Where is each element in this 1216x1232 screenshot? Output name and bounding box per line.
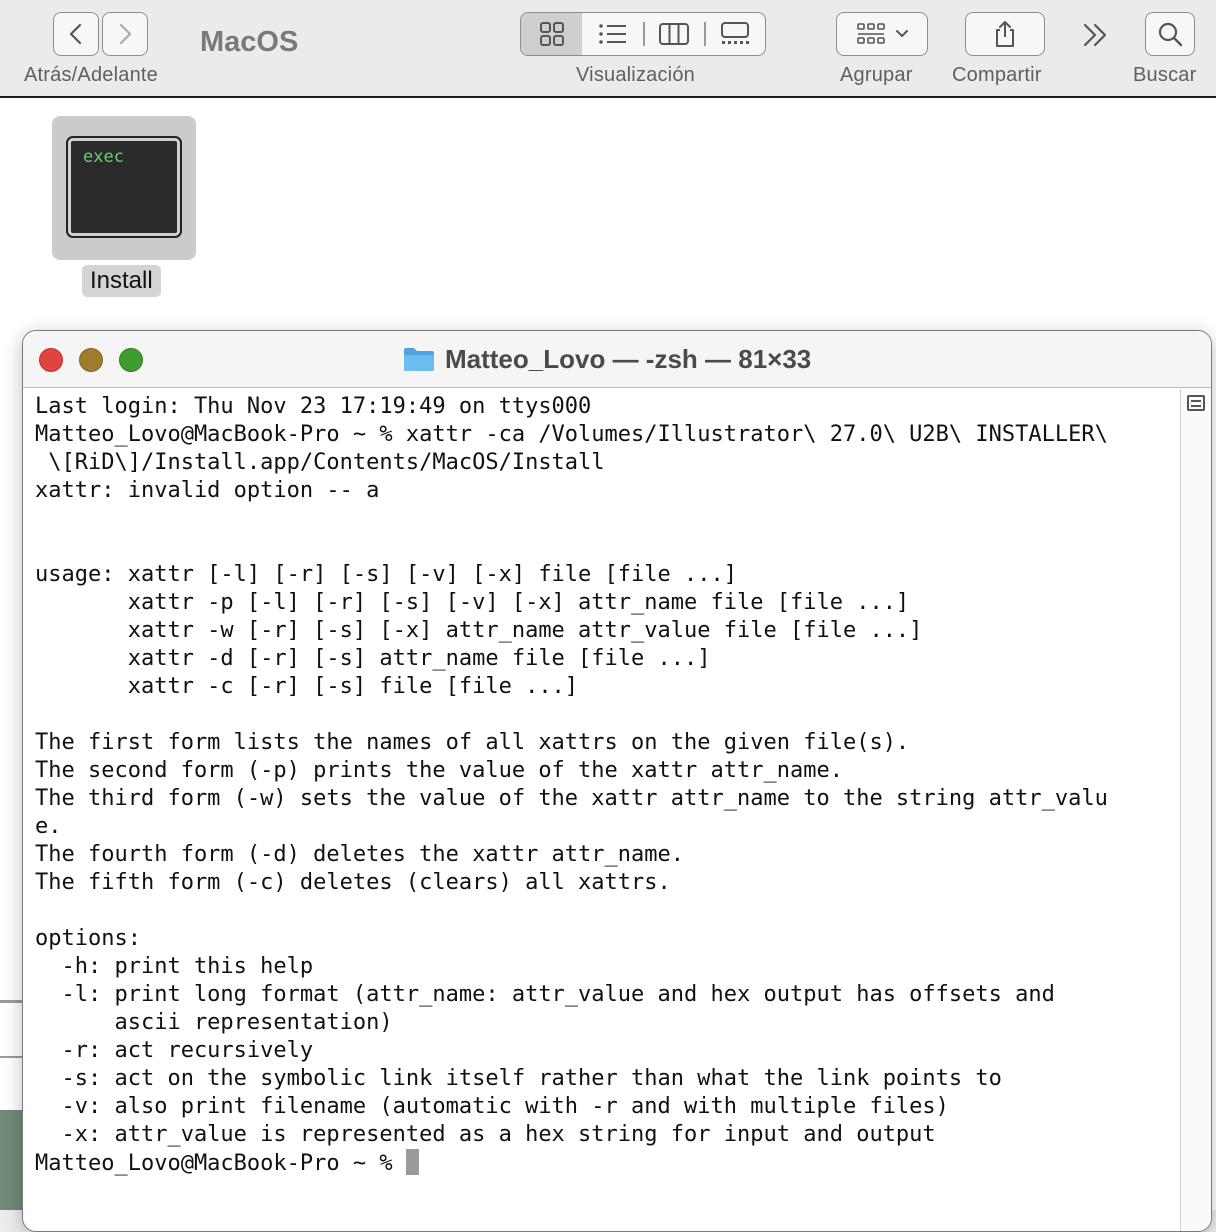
terminal-line: xattr -d [-r] [-s] attr_name file [file … <box>35 646 711 671</box>
view-columns-button[interactable] <box>643 13 704 55</box>
folder-title: MacOS <box>200 26 299 58</box>
search-label: Buscar <box>1133 64 1197 86</box>
zoom-button[interactable] <box>119 348 143 372</box>
terminal-titlebar[interactable]: Matteo_Lovo — -zsh — 81×33 <box>23 331 1211 388</box>
view-gallery-button[interactable] <box>704 13 765 55</box>
close-button[interactable] <box>39 348 63 372</box>
exec-icon: exec <box>68 138 180 236</box>
chevron-left-icon <box>69 23 82 45</box>
share-label: Compartir <box>952 64 1042 86</box>
columns-icon <box>658 23 689 45</box>
terminal-line: usage: xattr [-l] [-r] [-s] [-v] [-x] fi… <box>35 562 737 587</box>
terminal-output[interactable]: Last login: Thu Nov 23 17:19:49 on ttys0… <box>23 389 1177 1229</box>
terminal-prompt: Matteo_Lovo@MacBook-Pro ~ % <box>35 1151 406 1176</box>
share-icon <box>996 21 1014 47</box>
view-mode-control <box>520 12 766 56</box>
terminal-line: The fifth form (-c) deletes (clears) all… <box>35 870 671 895</box>
terminal-line: Last login: Thu Nov 23 17:19:49 on ttys0… <box>35 394 592 419</box>
view-label: Visualización <box>576 64 695 86</box>
background-window-edge <box>0 1056 22 1058</box>
terminal-line: ascii representation) <box>35 1010 393 1035</box>
chevron-down-icon <box>896 30 908 38</box>
background-window-edge <box>0 1000 22 1003</box>
group-label: Agrupar <box>840 64 913 86</box>
terminal-line: -l: print long format (attr_name: attr_v… <box>35 982 1055 1007</box>
terminal-line: -x: attr_value is represented as a hex s… <box>35 1122 936 1147</box>
terminal-line: \[RiD\]/Install.app/Contents/MacOS/Insta… <box>35 450 605 475</box>
terminal-line: xattr -c [-r] [-s] file [file ...] <box>35 674 579 699</box>
terminal-line: -r: act recursively <box>35 1038 314 1063</box>
split-pane-icon[interactable] <box>1187 395 1205 411</box>
magnifier-icon <box>1158 22 1183 47</box>
terminal-line: The fourth form (-d) deletes the xattr a… <box>35 842 685 867</box>
terminal-line: The third form (-w) sets the value of th… <box>35 786 1108 811</box>
group-grid-icon <box>857 23 885 44</box>
terminal-line: xattr -p [-l] [-r] [-s] [-v] [-x] attr_n… <box>35 590 910 615</box>
terminal-line: -s: act on the symbolic link itself rath… <box>35 1066 1002 1091</box>
more-toolbar-button[interactable] <box>1080 20 1112 50</box>
chevron-right-icon <box>119 23 132 45</box>
install-file-icon[interactable]: exec <box>52 116 196 260</box>
share-button[interactable] <box>965 12 1045 56</box>
view-icons-button[interactable] <box>521 13 582 55</box>
group-button[interactable] <box>836 12 928 56</box>
back-button[interactable] <box>53 12 99 56</box>
background-image-edge <box>0 1110 22 1210</box>
terminal-line: options: <box>35 926 141 951</box>
terminal-line: -h: print this help <box>35 954 314 979</box>
terminal-title-area: Matteo_Lovo — -zsh — 81×33 <box>403 343 811 375</box>
terminal-line: e. <box>35 814 62 839</box>
terminal-title: Matteo_Lovo — -zsh — 81×33 <box>445 343 812 374</box>
terminal-line: The second form (-p) prints the value of… <box>35 758 843 783</box>
chevron-double-right-icon <box>1083 23 1107 47</box>
text-cursor <box>405 1149 419 1175</box>
terminal-line: xattr: invalid option -- a <box>35 478 380 503</box>
forward-button[interactable] <box>102 12 148 56</box>
grid-icon <box>539 22 564 46</box>
view-list-button[interactable] <box>582 13 643 55</box>
terminal-scrollbar[interactable] <box>1180 389 1211 1231</box>
list-icon <box>598 24 626 44</box>
terminal-window: Matteo_Lovo — -zsh — 81×33 Last login: T… <box>22 330 1212 1232</box>
exec-label: exec <box>83 147 124 167</box>
gallery-icon <box>720 22 749 44</box>
terminal-line: The first form lists the names of all xa… <box>35 730 910 755</box>
terminal-lines: Last login: Thu Nov 23 17:19:49 on ttys0… <box>23 389 1177 1178</box>
terminal-line: -v: also print filename (automatic with … <box>35 1094 949 1119</box>
terminal-line: Matteo_Lovo@MacBook-Pro ~ % xattr -ca /V… <box>35 422 1108 447</box>
minimize-button[interactable] <box>79 348 103 372</box>
folder-icon <box>404 348 434 371</box>
search-button[interactable] <box>1145 12 1195 56</box>
terminal-line: xattr -w [-r] [-s] [-x] attr_name attr_v… <box>35 618 923 643</box>
file-name-label[interactable]: Install <box>82 265 161 297</box>
nav-label: Atrás/Adelante <box>24 64 158 86</box>
finder-toolbar: Atrás/Adelante MacOS Visualización Agrup… <box>0 0 1216 98</box>
